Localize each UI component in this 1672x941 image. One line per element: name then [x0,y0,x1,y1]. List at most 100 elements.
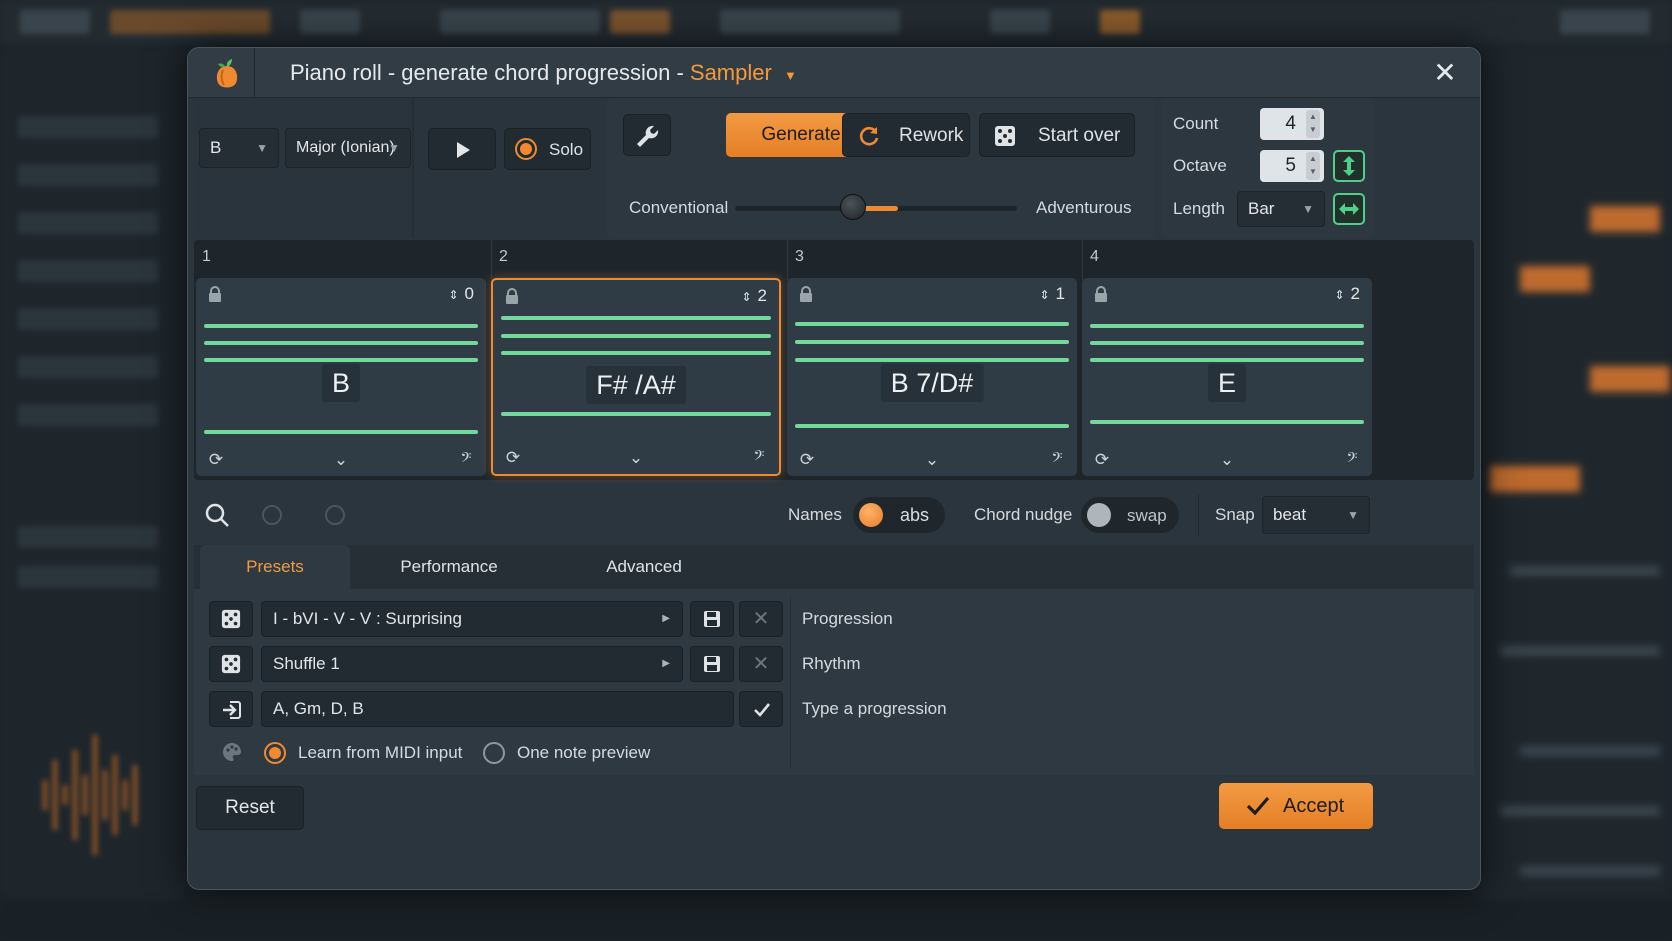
updown-icon: ⇕ [1039,288,1050,302]
refresh-icon[interactable]: ⟳ [797,450,817,470]
save-icon [704,611,720,627]
settings-button[interactable] [623,114,671,156]
dialog-title: Piano roll - generate chord progression … [290,60,797,86]
background-statusbar [0,900,1672,941]
chord-nudge-toggle[interactable]: swap [1081,497,1179,533]
accept-button[interactable]: Accept [1219,783,1373,829]
tab-presets[interactable]: Presets [200,545,350,589]
bass-clef-icon[interactable]: 𝄢 [1342,450,1362,470]
inversion-control[interactable]: ⇕ 1 [1039,284,1065,304]
plugin-selector[interactable]: Sampler [690,60,772,85]
close-icon: ✕ [752,653,770,675]
tab-advanced[interactable]: Advanced [559,545,729,589]
start-over-label: Start over [1038,125,1121,146]
updown-icon: ⇕ [448,288,459,302]
typed-progression-value: A, Gm, D, B [273,699,364,718]
zoom-out-icon[interactable] [262,505,282,525]
close-icon[interactable]: ✕ [1430,58,1460,88]
search-icon[interactable] [204,502,230,528]
confirm-progression-button[interactable] [739,691,783,727]
nudge-value: swap [1127,506,1167,525]
rhythm-preset-field[interactable]: Shuffle 1 ▶ [261,646,683,682]
conventional-label: Conventional [629,198,729,217]
randomize-progression-button[interactable] [209,601,253,637]
names-toggle[interactable]: abs [853,497,945,533]
save-rhythm-button[interactable] [690,646,734,682]
refresh-icon[interactable]: ⟳ [1092,450,1112,470]
stepper-arrows-icon[interactable]: ▲ ▼ [1306,110,1320,138]
plugin-caret-icon[interactable]: ▼ [784,68,797,83]
close-icon: ✕ [752,608,770,630]
inversion-control[interactable]: ⇕ 2 [1334,284,1360,304]
style-slider-fill [864,206,899,211]
start-over-button[interactable]: Start over [979,113,1135,157]
stepper-arrows-icon[interactable]: ▲ ▼ [1306,152,1320,180]
bar-number: 3 [795,248,804,265]
delete-rhythm-button[interactable]: ✕ [739,646,783,682]
refresh-icon[interactable]: ⟳ [503,448,523,468]
presets-panel: I - bVI - V - V : Surprising ▶ ✕ Progress… [194,589,1474,775]
lock-icon[interactable] [505,288,519,304]
bar-number: 2 [499,248,508,265]
length-dropdown[interactable]: Bar ▼ [1237,191,1325,227]
bar-number: 4 [1090,248,1099,265]
palette-icon [223,743,241,761]
progression-preset-field[interactable]: I - bVI - V - V : Surprising ▶ [261,601,683,637]
chevron-down-icon[interactable]: ⌄ [1217,450,1237,470]
root-note-value: B [210,138,222,157]
type-progression-input[interactable]: A, Gm, D, B [261,691,734,727]
lock-icon[interactable] [1094,286,1108,302]
octave-range-button[interactable] [1333,150,1365,182]
rework-button[interactable]: Rework [842,113,970,157]
scale-dropdown[interactable]: Major (Ionian) ▼ [285,128,411,168]
background-toolbar [0,0,1672,46]
save-icon [704,656,720,672]
progression-value: I - bVI - V - V : Surprising [273,609,462,628]
solo-toggle[interactable]: Solo [504,128,591,170]
save-progression-button[interactable] [690,601,734,637]
snap-dropdown[interactable]: beat ▼ [1262,496,1370,534]
chord-name: B 7/D# [880,364,984,402]
inversion-control[interactable]: ⇕ 0 [448,284,474,304]
title-text: Piano roll - generate chord progression … [290,60,690,85]
count-stepper[interactable]: 4 ▲ ▼ [1260,108,1324,140]
checkmark-icon [1246,796,1270,816]
bass-clef-icon[interactable]: 𝄢 [1047,450,1067,470]
snap-value: beat [1273,505,1307,524]
tab-performance[interactable]: Performance [364,545,534,589]
chord-card-4[interactable]: ⇕ 2 E ⟳ ⌄ 𝄢 [1082,278,1372,476]
one-note-preview-radio[interactable] [483,742,505,764]
zoom-in-icon[interactable] [325,505,345,525]
chord-name: F# /A# [586,366,686,404]
inversion-control[interactable]: ⇕ 2 [741,286,767,306]
solo-indicator [515,138,537,160]
bass-clef-icon[interactable]: 𝄢 [456,450,476,470]
refresh-icon[interactable]: ⟳ [206,450,226,470]
randomize-rhythm-button[interactable] [209,646,253,682]
chevron-down-icon[interactable]: ⌄ [331,450,351,470]
length-value: Bar [1248,199,1275,218]
learn-midi-radio[interactable] [264,742,286,764]
lock-icon[interactable] [208,286,222,302]
vertical-arrows-icon [1343,156,1355,176]
length-range-button[interactable] [1333,193,1365,225]
lock-icon[interactable] [799,286,813,302]
bass-clef-icon[interactable]: 𝄢 [749,448,769,468]
chevron-down-icon: ▼ [388,141,400,155]
triangle-right-icon: ▶ [662,658,670,669]
chord-card-3[interactable]: ⇕ 1 B 7/D# ⟳ ⌄ 𝄢 [787,278,1077,476]
octave-stepper[interactable]: 5 ▲ ▼ [1260,150,1324,182]
chevron-down-icon[interactable]: ⌄ [922,450,942,470]
solo-label: Solo [549,140,584,159]
checkmark-icon [754,703,771,717]
chevron-down-icon[interactable]: ⌄ [626,448,646,468]
inversion-value: 2 [757,286,767,305]
root-note-dropdown[interactable]: B ▼ [199,128,279,168]
chord-card-2[interactable]: ⇕ 2 F# /A# ⟳ ⌄ 𝄢 [491,278,781,476]
reset-button[interactable]: Reset [196,786,304,830]
chord-card-1[interactable]: ⇕ 0 B ⟳ ⌄ 𝄢 [196,278,486,476]
delete-progression-button[interactable]: ✕ [739,601,783,637]
play-button[interactable] [428,128,496,170]
names-value: abs [900,505,930,525]
import-progression-button[interactable] [209,691,253,727]
